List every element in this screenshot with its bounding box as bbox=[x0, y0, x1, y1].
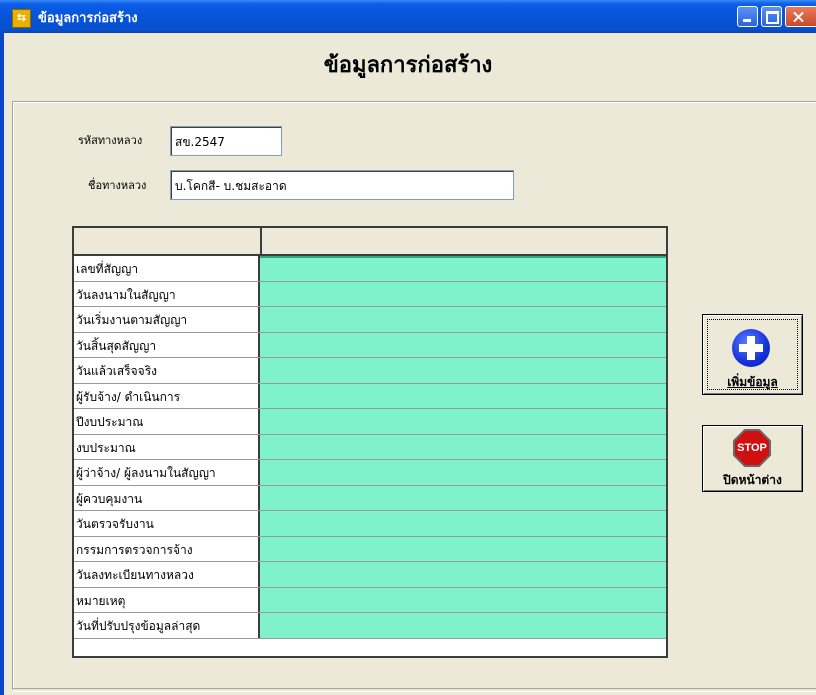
row-label: ผู้ว่าจ้าง/ ผู้ลงนามในสัญญา bbox=[74, 460, 260, 485]
row-value-cell[interactable] bbox=[260, 383, 666, 408]
road-name-label: ชื่อทางหลวง bbox=[88, 179, 147, 192]
add-data-label: เพิ่มข้อมูล bbox=[727, 375, 778, 389]
maximize-button[interactable] bbox=[761, 6, 782, 27]
grid-header-label-column[interactable] bbox=[74, 228, 262, 254]
row-label: วันเริ่มงานตามสัญญา bbox=[74, 307, 260, 332]
row-label: ผู้รับจ้าง/ ดำเนินการ bbox=[74, 383, 260, 408]
row-label: ผู้ควบคุมงาน bbox=[74, 485, 260, 510]
row-value-cell[interactable] bbox=[260, 613, 666, 638]
row-value-cell[interactable] bbox=[260, 256, 666, 281]
row-value-cell[interactable] bbox=[260, 587, 666, 612]
row-label: หมายเหตุ bbox=[74, 587, 260, 612]
row-label: วันแล้วเสร็จจริง bbox=[74, 358, 260, 383]
add-data-button[interactable]: เพิ่มข้อมูล bbox=[702, 314, 803, 395]
table-row[interactable]: กรรมการตรวจการจ้าง bbox=[74, 536, 666, 562]
row-label: วันที่ปรับปรุงข้อมูลล่าสุด bbox=[74, 613, 260, 638]
row-value-cell[interactable] bbox=[260, 281, 666, 306]
table-row[interactable]: ปีงบประมาณ bbox=[74, 409, 666, 435]
grid-header-value-column[interactable] bbox=[262, 228, 666, 254]
row-value-cell[interactable] bbox=[260, 332, 666, 357]
row-value-cell[interactable] bbox=[260, 358, 666, 383]
table-row[interactable]: ผู้ควบคุมงาน bbox=[74, 485, 666, 511]
road-code-field[interactable]: สข.2547 bbox=[170, 126, 282, 156]
road-code-label: รหัสทางหลวง bbox=[78, 134, 143, 147]
frame-divider bbox=[12, 688, 816, 692]
form-heading: ข้อมูลการก่อสร้าง bbox=[323, 53, 493, 78]
table-row[interactable]: ผู้ว่าจ้าง/ ผู้ลงนามในสัญญา bbox=[74, 460, 666, 486]
row-value-cell[interactable] bbox=[260, 511, 666, 536]
minimize-button[interactable] bbox=[737, 6, 758, 27]
grid-header bbox=[74, 228, 666, 256]
table-row[interactable]: วันที่ปรับปรุงข้อมูลล่าสุด bbox=[74, 613, 666, 639]
close-window-label: ปิดหน้าต่าง bbox=[723, 473, 782, 487]
table-row[interactable]: ผู้รับจ้าง/ ดำเนินการ bbox=[74, 383, 666, 409]
row-value-cell[interactable] bbox=[260, 485, 666, 510]
construction-data-grid[interactable]: เลขที่สัญญา วันลงนามในสัญญา วันเริ่มงานต… bbox=[72, 226, 668, 658]
row-value-cell[interactable] bbox=[260, 434, 666, 459]
table-row[interactable]: วันสิ้นสุดสัญญา bbox=[74, 332, 666, 358]
row-label: งบประมาณ bbox=[74, 434, 260, 459]
window-border bbox=[0, 33, 4, 695]
table-row[interactable]: เลขที่สัญญา bbox=[74, 256, 666, 282]
row-value-cell[interactable] bbox=[260, 460, 666, 485]
title-bar: ⇆ ข้อมูลการก่อสร้าง bbox=[0, 0, 816, 33]
table-row[interactable]: หมายเหตุ bbox=[74, 587, 666, 613]
row-label: วันสิ้นสุดสัญญา bbox=[74, 332, 260, 357]
row-value-cell[interactable] bbox=[260, 536, 666, 561]
table-row[interactable]: วันตรวจรับงาน bbox=[74, 511, 666, 537]
plus-circle-icon bbox=[732, 329, 770, 367]
table-row[interactable]: วันลงทะเบียนทางหลวง bbox=[74, 562, 666, 588]
road-name-field[interactable]: บ.โคกสี- บ.ชมสะอาด bbox=[170, 170, 514, 200]
table-row[interactable]: งบประมาณ bbox=[74, 434, 666, 460]
close-window-button[interactable] bbox=[785, 6, 816, 27]
table-row[interactable]: วันลงนามในสัญญา bbox=[74, 281, 666, 307]
row-label: วันลงนามในสัญญา bbox=[74, 281, 260, 306]
row-label: กรรมการตรวจการจ้าง bbox=[74, 536, 260, 561]
row-value-cell[interactable] bbox=[260, 307, 666, 332]
row-label: เลขที่สัญญา bbox=[74, 256, 260, 281]
table-row[interactable]: วันเริ่มงานตามสัญญา bbox=[74, 307, 666, 333]
table-row[interactable]: วันแล้วเสร็จจริง bbox=[74, 358, 666, 384]
row-label: วันตรวจรับงาน bbox=[74, 511, 260, 536]
window-title: ข้อมูลการก่อสร้าง bbox=[38, 11, 138, 26]
row-value-cell[interactable] bbox=[260, 409, 666, 434]
row-label: ปีงบประมาณ bbox=[74, 409, 260, 434]
row-value-cell[interactable] bbox=[260, 562, 666, 587]
close-window-form-button[interactable]: STOP ปิดหน้าต่าง bbox=[702, 425, 803, 492]
app-icon[interactable]: ⇆ bbox=[12, 9, 31, 28]
row-label: วันลงทะเบียนทางหลวง bbox=[74, 562, 260, 587]
